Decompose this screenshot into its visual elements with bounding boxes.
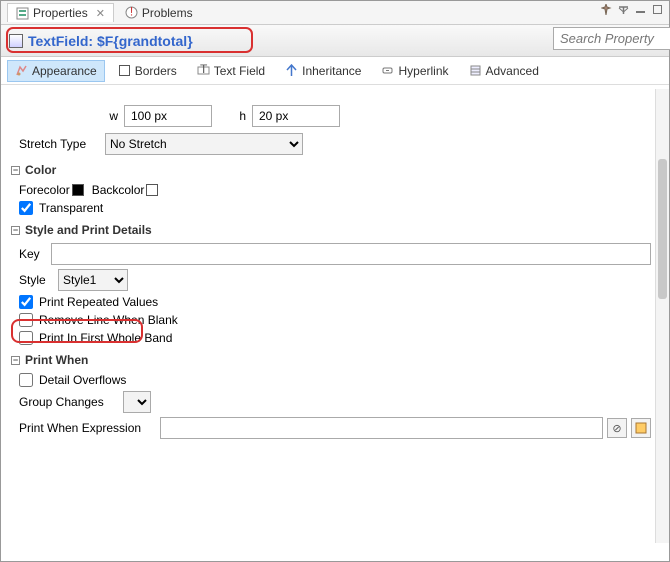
scrollbar-track[interactable] (655, 89, 669, 543)
print-when-expr-label: Print When Expression (19, 421, 154, 435)
style-label: Style (19, 273, 52, 287)
forecolor-swatch[interactable] (72, 184, 84, 196)
key-label: Key (19, 247, 45, 261)
group-changes-label: Group Changes (19, 395, 117, 409)
width-label: w (104, 109, 118, 123)
transparent-label: Transparent (39, 201, 103, 215)
properties-icon (16, 7, 29, 20)
print-repeated-label: Print Repeated Values (39, 295, 158, 309)
remove-blank-label: Remove Line When Blank (39, 313, 178, 327)
section-header-color: Color (25, 163, 56, 177)
tab-advanced-label: Advanced (486, 64, 539, 78)
transparent-checkbox[interactable] (19, 201, 33, 215)
tab-hyperlink[interactable]: Hyperlink (374, 61, 455, 81)
advanced-icon (469, 64, 482, 77)
pin-icon[interactable] (601, 4, 612, 15)
page-title: TextField: $F{grandtotal} (28, 33, 193, 49)
group-changes-select[interactable] (123, 391, 151, 413)
problems-tab-label: Problems (142, 6, 193, 20)
section-toggle-printwhen[interactable]: − (11, 356, 20, 365)
properties-tab[interactable]: Properties ✕ (7, 3, 114, 22)
view-menu-icon[interactable] (618, 4, 629, 15)
width-input[interactable] (124, 105, 212, 127)
problems-tab[interactable]: ! Problems (116, 3, 202, 23)
borders-icon (118, 64, 131, 77)
style-select[interactable]: Style1 (58, 269, 128, 291)
svg-text:!: ! (130, 6, 133, 19)
appearance-icon (15, 64, 28, 77)
search-input[interactable]: Search Property (553, 27, 670, 50)
backcolor-swatch[interactable] (146, 184, 158, 196)
tab-borders-label: Borders (135, 64, 177, 78)
print-first-band-checkbox[interactable] (19, 331, 33, 345)
tab-inheritance[interactable]: Inheritance (278, 61, 368, 81)
section-toggle-color[interactable]: − (11, 166, 20, 175)
detail-overflows-checkbox[interactable] (19, 373, 33, 387)
print-first-band-label: Print In First Whole Band (39, 331, 172, 345)
tab-appearance[interactable]: Appearance (7, 60, 105, 82)
minimize-icon[interactable] (635, 4, 646, 15)
expr-clear-button[interactable]: ⊘ (607, 418, 627, 438)
tab-advanced[interactable]: Advanced (462, 61, 546, 81)
key-input[interactable] (51, 243, 651, 265)
backcolor-label: Backcolor (92, 183, 145, 197)
text-field-icon: T (197, 64, 210, 77)
svg-text:T: T (200, 64, 208, 76)
stretch-label: Stretch Type (19, 137, 99, 151)
expr-edit-button[interactable] (631, 418, 651, 438)
print-repeated-checkbox[interactable] (19, 295, 33, 309)
tab-borders[interactable]: Borders (111, 61, 184, 81)
remove-blank-checkbox[interactable] (19, 313, 33, 327)
tab-hyperlink-label: Hyperlink (398, 64, 448, 78)
detail-overflows-label: Detail Overflows (39, 373, 126, 387)
textfield-icon (9, 34, 23, 48)
forecolor-label: Forecolor (19, 183, 70, 197)
tab-text-field-label: Text Field (214, 64, 265, 78)
section-toggle-style[interactable]: − (11, 226, 20, 235)
height-input[interactable] (252, 105, 340, 127)
height-label: h (232, 109, 246, 123)
maximize-icon[interactable] (652, 4, 663, 15)
scrollbar-thumb[interactable] (658, 159, 667, 299)
section-header-style: Style and Print Details (25, 223, 152, 237)
tab-appearance-label: Appearance (32, 64, 97, 78)
problems-icon: ! (125, 6, 138, 19)
inheritance-icon (285, 64, 298, 77)
hyperlink-icon (381, 64, 394, 77)
properties-tab-label: Properties (33, 6, 88, 20)
print-when-expr-input[interactable] (160, 417, 603, 439)
tab-text-field[interactable]: T Text Field (190, 61, 272, 81)
stretch-select[interactable]: No Stretch (105, 133, 303, 155)
tab-close-icon[interactable]: ✕ (96, 7, 105, 20)
tab-inheritance-label: Inheritance (302, 64, 361, 78)
section-header-printwhen: Print When (25, 353, 88, 367)
